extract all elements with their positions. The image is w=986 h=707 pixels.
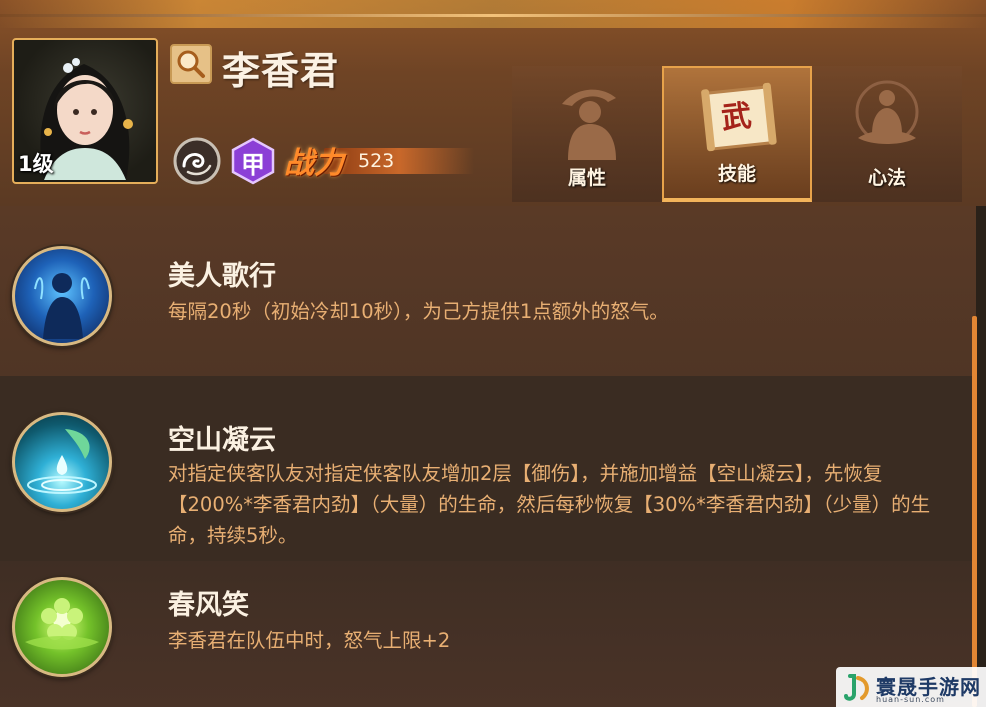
scroll-icon-text: 武 [719,98,754,137]
power-bar [324,148,474,174]
skill-title: 春风笑 [168,590,249,621]
rank-badge[interactable]: 甲 [228,136,278,186]
green-flower-skill-icon [12,577,112,677]
figure-icon [562,89,616,160]
water-drop-skill-icon [12,412,112,512]
header-divider [0,14,986,17]
hero-portrait[interactable]: 1级 [12,38,158,184]
skill-description: 对指定侠客队友对指定侠客队友增加2层【御伤】，并施加增益【空山凝云】，先恢复【2… [168,462,931,547]
tab-skills[interactable]: 武 技能 [662,66,812,202]
skill-item[interactable]: 美人歌行 每隔20秒（初始冷却10秒），为己方提供1点额外的怒气。 [0,206,976,376]
magnifier-icon [177,50,205,78]
skill-title: 美人歌行 [168,261,276,292]
tab-attributes-label: 属性 [567,167,606,189]
skill-item[interactable]: 空山凝云 对指定侠客队友对指定侠客队友增加2层【御伤】，并施加增益【空山凝云】，… [0,376,976,561]
tab-attributes[interactable]: 属性 [512,66,662,202]
hero-level: 1级 [18,152,54,176]
watermark-logo-icon [844,674,869,701]
rank-text: 甲 [241,151,265,179]
blue-figure-skill-icon [12,246,112,346]
scrollbar-track[interactable] [976,206,986,707]
meditation-icon [855,80,919,144]
combat-power: 战力 523 [284,140,474,181]
skill-title: 空山凝云 [168,425,276,456]
watermark-url: huan-sun.com [876,695,945,704]
power-value: 523 [358,150,395,172]
skill-description: 每隔20秒（初始冷却10秒），为己方提供1点额外的怒气。 [168,300,669,323]
cloud-swirl-icon[interactable] [172,136,222,186]
tab-mind-method[interactable]: 心法 [812,66,962,202]
hero-name: 李香君 [222,49,340,93]
skill-list[interactable]: 美人歌行 每隔20秒（初始冷却10秒），为己方提供1点额外的怒气。 空山凝云 对… [0,206,976,707]
skill-description: 李香君在队伍中时，怒气上限+2 [168,629,451,652]
scrollbar-thumb[interactable] [972,316,977,707]
search-button[interactable] [170,44,212,84]
power-label: 战力 [284,146,344,181]
hero-header: 1级 李香君 甲 战力 523 属性 武 技能 心法 [0,0,986,206]
tab-mind-method-label: 心法 [867,167,906,189]
skill-item[interactable]: 春风笑 李香君在队伍中时，怒气上限+2 [0,561,976,707]
site-watermark: 寰晟手游网 huan-sun.com [836,667,986,707]
tab-skills-label: 技能 [717,163,756,185]
